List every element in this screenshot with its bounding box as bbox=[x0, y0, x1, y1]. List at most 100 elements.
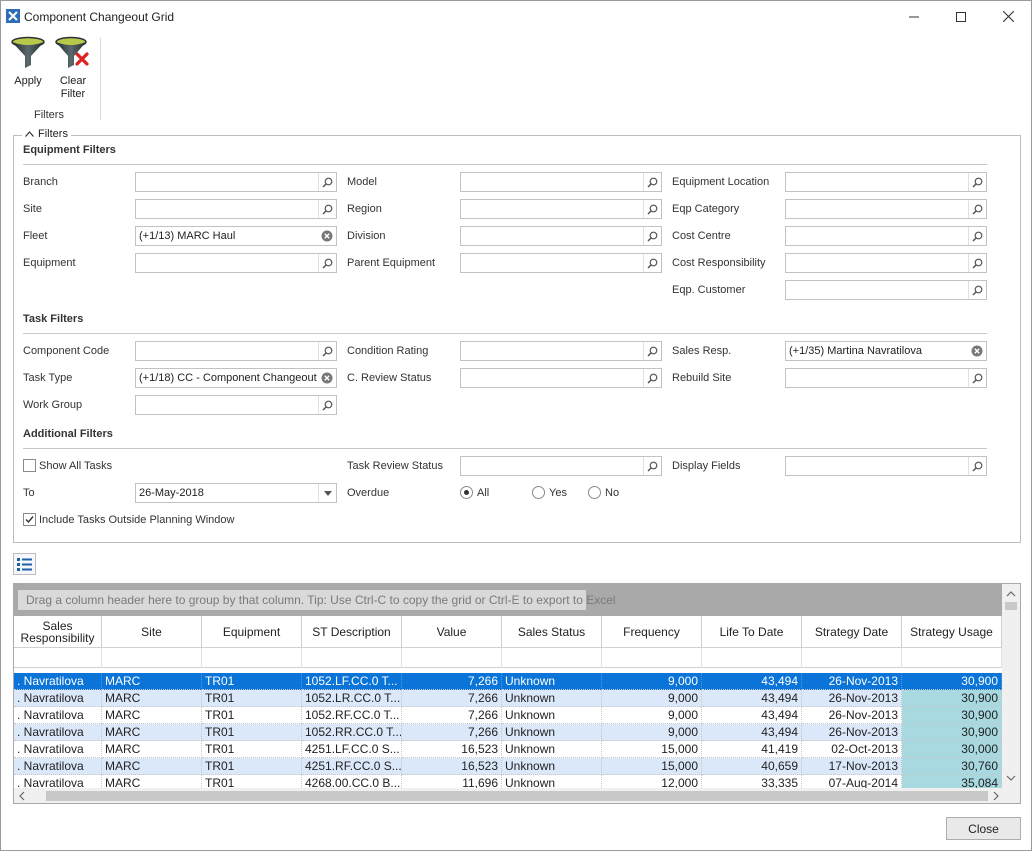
overdue-no-radio[interactable] bbox=[588, 486, 601, 499]
col-header-strategy-usage[interactable]: Strategy Usage bbox=[902, 616, 1002, 648]
branch-field[interactable] bbox=[135, 172, 337, 192]
cost-responsibility-field[interactable] bbox=[785, 253, 987, 273]
filter-cell[interactable] bbox=[502, 648, 602, 668]
col-header-value[interactable]: Value bbox=[402, 616, 502, 648]
fleet-field[interactable]: (+1/13) MARC Haul bbox=[135, 226, 337, 246]
search-icon[interactable] bbox=[643, 457, 661, 475]
clear-circle-icon[interactable] bbox=[968, 342, 986, 360]
clear-circle-icon[interactable] bbox=[318, 369, 336, 387]
cell-value[interactable]: 7,266 bbox=[402, 690, 502, 707]
cell-ltd[interactable]: 40,659 bbox=[702, 758, 802, 775]
cell-freq[interactable]: 15,000 bbox=[602, 758, 702, 775]
cell-usage[interactable]: 30,000 bbox=[902, 741, 1002, 758]
cell-equip[interactable]: TR01 bbox=[202, 673, 302, 690]
cell-value[interactable]: 7,266 bbox=[402, 673, 502, 690]
search-icon[interactable] bbox=[968, 227, 986, 245]
cell-freq[interactable]: 15,000 bbox=[602, 741, 702, 758]
group-by-panel[interactable]: Drag a column header here to group by th… bbox=[14, 584, 1002, 616]
cell-sdate[interactable]: 02-Oct-2013 bbox=[802, 741, 902, 758]
cell-sdate[interactable]: 26-Nov-2013 bbox=[802, 724, 902, 741]
cell-ltd[interactable]: 43,494 bbox=[702, 724, 802, 741]
cell-freq[interactable]: 9,000 bbox=[602, 690, 702, 707]
cell-status[interactable]: Unknown bbox=[502, 673, 602, 690]
table-row[interactable]: . Navratilova MARC TR01 1052.RF.CC.0 T... 7,… bbox=[14, 707, 1002, 724]
cell-value[interactable]: 16,523 bbox=[402, 741, 502, 758]
search-icon[interactable] bbox=[968, 173, 986, 191]
include-tasks-checkbox[interactable] bbox=[23, 513, 36, 526]
cell-usage[interactable]: 30,900 bbox=[902, 690, 1002, 707]
cell-site[interactable]: MARC bbox=[102, 741, 202, 758]
work-group-field[interactable] bbox=[135, 395, 337, 415]
cell-resp[interactable]: . Navratilova bbox=[14, 724, 102, 741]
cell-site[interactable]: MARC bbox=[102, 673, 202, 690]
col-header-equipment[interactable]: Equipment bbox=[202, 616, 302, 648]
cell-sdate[interactable]: 26-Nov-2013 bbox=[802, 707, 902, 724]
close-button[interactable]: Close bbox=[946, 817, 1021, 840]
col-header-st-description[interactable]: ST Description bbox=[302, 616, 402, 648]
cell-status[interactable]: Unknown bbox=[502, 724, 602, 741]
cell-desc[interactable]: 1052.RF.CC.0 T... bbox=[302, 707, 402, 724]
cell-sdate[interactable]: 26-Nov-2013 bbox=[802, 673, 902, 690]
table-row[interactable]: . Navratilova MARC TR01 4251.RF.CC.0 S... 16… bbox=[14, 758, 1002, 775]
col-header-sales-status[interactable]: Sales Status bbox=[502, 616, 602, 648]
table-row[interactable]: . Navratilova MARC TR01 1052.RR.CC.0 T... 7,… bbox=[14, 724, 1002, 741]
search-icon[interactable] bbox=[318, 342, 336, 360]
cell-resp[interactable]: . Navratilova bbox=[14, 758, 102, 775]
show-all-tasks-checkbox[interactable] bbox=[23, 459, 36, 472]
search-icon[interactable] bbox=[968, 369, 986, 387]
cell-resp[interactable]: . Navratilova bbox=[14, 673, 102, 690]
filter-cell[interactable] bbox=[14, 648, 102, 668]
col-header-strategy-date[interactable]: Strategy Date bbox=[802, 616, 902, 648]
cell-sdate[interactable]: 26-Nov-2013 bbox=[802, 690, 902, 707]
search-icon[interactable] bbox=[318, 254, 336, 272]
cell-site[interactable]: MARC bbox=[102, 724, 202, 741]
model-field[interactable] bbox=[460, 172, 662, 192]
cell-freq[interactable]: 9,000 bbox=[602, 724, 702, 741]
task-type-field[interactable]: (+1/18) CC - Component Changeout bbox=[135, 368, 337, 388]
cell-resp[interactable]: . Navratilova bbox=[14, 741, 102, 758]
search-icon[interactable] bbox=[318, 200, 336, 218]
close-window-button[interactable] bbox=[985, 1, 1031, 32]
cell-usage[interactable]: 30,900 bbox=[902, 707, 1002, 724]
equipment-location-field[interactable] bbox=[785, 172, 987, 192]
c-review-status-field[interactable] bbox=[460, 368, 662, 388]
search-icon[interactable] bbox=[968, 254, 986, 272]
cell-ltd[interactable]: 41,419 bbox=[702, 741, 802, 758]
clear-filter-button[interactable]: Clear Filter bbox=[51, 36, 95, 101]
search-icon[interactable] bbox=[968, 200, 986, 218]
vertical-scrollbar[interactable] bbox=[1002, 584, 1020, 790]
cell-site[interactable]: MARC bbox=[102, 758, 202, 775]
cell-freq[interactable]: 9,000 bbox=[602, 707, 702, 724]
horizontal-scrollbar[interactable] bbox=[14, 788, 1020, 803]
search-icon[interactable] bbox=[968, 457, 986, 475]
cell-resp[interactable]: . Navratilova bbox=[14, 707, 102, 724]
table-row[interactable]: . Navratilova MARC TR01 4251.LF.CC.0 S... 16… bbox=[14, 741, 1002, 758]
search-icon[interactable] bbox=[643, 342, 661, 360]
cell-desc[interactable]: 4251.RF.CC.0 S... bbox=[302, 758, 402, 775]
scroll-up-icon[interactable] bbox=[1002, 588, 1020, 600]
eqp-customer-field[interactable] bbox=[785, 280, 987, 300]
cell-ltd[interactable]: 43,494 bbox=[702, 707, 802, 724]
site-field[interactable] bbox=[135, 199, 337, 219]
cell-usage[interactable]: 30,760 bbox=[902, 758, 1002, 775]
to-date-picker[interactable]: 26-May-2018 bbox=[135, 483, 337, 503]
cell-freq[interactable]: 9,000 bbox=[602, 673, 702, 690]
col-header-life-to-date[interactable]: Life To Date bbox=[702, 616, 802, 648]
col-header-sales-responsibility[interactable]: Sales Responsibility bbox=[14, 616, 102, 648]
apply-filter-button[interactable]: Apply bbox=[6, 36, 50, 88]
cell-equip[interactable]: TR01 bbox=[202, 741, 302, 758]
parent-equipment-field[interactable] bbox=[460, 253, 662, 273]
condition-rating-field[interactable] bbox=[460, 341, 662, 361]
cell-usage[interactable]: 30,900 bbox=[902, 724, 1002, 741]
cell-status[interactable]: Unknown bbox=[502, 707, 602, 724]
division-field[interactable] bbox=[460, 226, 662, 246]
task-review-status-field[interactable] bbox=[460, 456, 662, 476]
cell-equip[interactable]: TR01 bbox=[202, 690, 302, 707]
clear-circle-icon[interactable] bbox=[318, 227, 336, 245]
filter-cell[interactable] bbox=[802, 648, 902, 668]
filter-cell[interactable] bbox=[302, 648, 402, 668]
filter-cell[interactable] bbox=[202, 648, 302, 668]
cell-ltd[interactable]: 43,494 bbox=[702, 690, 802, 707]
cell-site[interactable]: MARC bbox=[102, 707, 202, 724]
search-icon[interactable] bbox=[643, 254, 661, 272]
